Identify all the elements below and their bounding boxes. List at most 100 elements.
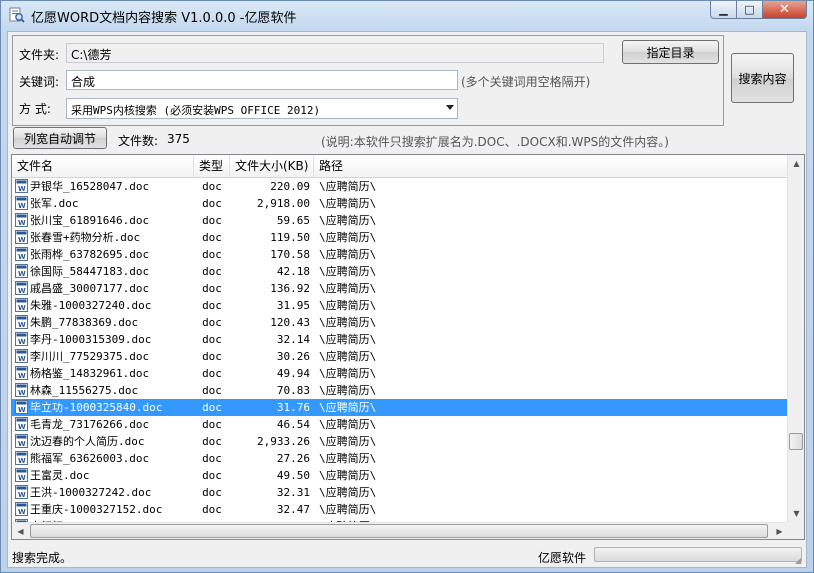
column-header-path[interactable]: 路径 [314,155,788,177]
cell-size: 27.26 [276,452,310,465]
scroll-right-arrow[interactable]: ▶ [771,523,788,539]
vertical-scrollbar[interactable]: ▲ ▼ [787,155,804,522]
info-note: (说明:本软件只搜索扩展名为.DOC、.DOCX和.WPS的文件内容。) [321,135,669,149]
file-list[interactable]: 文件名 类型 文件大小(KB) 路径 W 尹银华_16528047.doc do… [11,154,805,540]
table-row[interactable]: W 戚昌盛_30007177.doc doc 136.92 \应聘简历\ [12,280,788,297]
cell-path: \应聘简历\ [319,282,377,295]
svg-text:W: W [18,338,26,346]
svg-text:W: W [18,389,26,397]
autosize-columns-button[interactable]: 列宽自动调节 [13,127,107,149]
table-row[interactable]: W 张雨桦_63782695.doc doc 170.58 \应聘简历\ [12,246,788,263]
cell-type: doc [202,469,222,482]
cell-size: 30.26 [276,350,310,363]
svg-text:W: W [18,508,26,516]
cell-type: doc [202,486,222,499]
cell-size: 220.09 [270,180,310,193]
title-bar[interactable]: 亿愿WORD文档内容搜索 V1.0.0.0 -亿愿软件 ▁ □ ✕ [1,1,813,31]
table-row[interactable]: W 朱雅-1000327240.doc doc 31.95 \应聘简历\ [12,297,788,314]
table-row[interactable]: W 张春雪+药物分析.doc doc 119.50 \应聘简历\ [12,229,788,246]
cell-size: 49.50 [276,469,310,482]
column-header-name[interactable]: 文件名 [12,155,194,177]
cell-name: 熊福军_63626003.doc [30,452,150,465]
list-header: 文件名 类型 文件大小(KB) 路径 [12,155,788,178]
table-row[interactable]: W 徐国际_58447183.doc doc 42.18 \应聘简历\ [12,263,788,280]
table-row[interactable]: W 王洪-1000327242.doc doc 32.31 \应聘简历\ [12,484,788,501]
cell-size: 32.31 [276,486,310,499]
cell-size: 32.47 [276,503,310,516]
table-row[interactable]: W 毛青龙_73176266.doc doc 46.54 \应聘简历\ [12,416,788,433]
keyword-input[interactable]: 合成 [66,70,458,90]
cell-type: doc [202,214,222,227]
select-folder-button[interactable]: 指定目录 [622,40,719,64]
svg-text:W: W [18,406,26,414]
table-row[interactable]: W 张川宝_61891646.doc doc 59.65 \应聘简历\ [12,212,788,229]
svg-text:W: W [18,236,26,244]
word-doc-icon: W [15,264,28,278]
table-row[interactable]: W 王重庆-1000327152.doc doc 32.47 \应聘简历\ [12,501,788,518]
cell-type: doc [202,384,222,397]
word-doc-icon: W [15,281,28,295]
horizontal-scrollbar[interactable]: ◀ ▶ [12,522,788,539]
cell-size: 120.43 [270,316,310,329]
svg-text:W: W [18,457,26,465]
table-row[interactable]: W 尹银华_16528047.doc doc 220.09 \应聘简历\ [12,178,788,195]
horizontal-scroll-thumb[interactable] [30,524,768,538]
table-row[interactable]: W 李丹-1000315309.doc doc 32.14 \应聘简历\ [12,331,788,348]
cell-name: 戚昌盛_30007177.doc [30,282,150,295]
cell-path: \应聘简历\ [319,503,377,516]
cell-size: 49.94 [276,367,310,380]
method-label: 方 式: [19,102,51,116]
maximize-button[interactable]: □ [737,1,763,19]
column-header-size[interactable]: 文件大小(KB) [230,155,314,177]
word-doc-icon: W [15,179,28,193]
word-doc-icon: W [15,417,28,431]
table-row[interactable]: W 朱鹏_77838369.doc doc 120.43 \应聘简历\ [12,314,788,331]
cell-name: 张雨桦_63782695.doc [30,248,150,261]
svg-text:W: W [18,423,26,431]
search-content-button[interactable]: 搜索内容 [731,53,794,103]
cell-size: 59.65 [276,214,310,227]
word-doc-icon: W [15,434,28,448]
cell-size: 136.92 [270,282,310,295]
word-doc-icon: W [15,366,28,380]
cell-path: \应聘简历\ [319,469,377,482]
app-window: 亿愿WORD文档内容搜索 V1.0.0.0 -亿愿软件 ▁ □ ✕ 文件夹: C… [0,0,814,573]
svg-text:W: W [18,372,26,380]
word-doc-icon: W [15,383,28,397]
table-row[interactable]: W 熊福军_63626003.doc doc 27.26 \应聘简历\ [12,450,788,467]
table-row[interactable]: W 杨格鉴_14832961.doc doc 49.94 \应聘简历\ [12,365,788,382]
cell-path: \应聘简历\ [319,248,377,261]
column-header-type[interactable]: 类型 [194,155,230,177]
vertical-scroll-thumb[interactable] [789,433,803,450]
svg-text:W: W [18,202,26,210]
cell-type: doc [202,435,222,448]
word-doc-icon: W [15,468,28,482]
cell-name: 朱鹏_77838369.doc [30,316,139,329]
cell-path: \应聘简历\ [319,214,377,227]
table-row[interactable]: W 沈迈春的个人简历.doc doc 2,933.26 \应聘简历\ [12,433,788,450]
scroll-left-arrow[interactable]: ◀ [12,523,29,539]
status-company: 亿愿软件 [538,551,587,565]
table-row[interactable]: W 林森_11556275.doc doc 70.83 \应聘简历\ [12,382,788,399]
word-doc-icon: W [15,349,28,363]
window-title: 亿愿WORD文档内容搜索 V1.0.0.0 -亿愿软件 [31,11,297,26]
cell-size: 32.14 [276,333,310,346]
method-select[interactable]: 采用WPS内核搜索 (必须安装WPS OFFICE 2012) [66,98,458,119]
close-button[interactable]: ✕ [763,1,807,19]
table-row[interactable]: W 毕立功-1000325840.doc doc 31.76 \应聘简历\ [12,399,788,416]
table-row[interactable]: W 王富灵.doc doc 49.50 \应聘简历\ [12,467,788,484]
folder-field[interactable]: C:\德芳 [66,43,604,63]
cell-type: doc [202,333,222,346]
cell-path: \应聘简历\ [319,367,377,380]
scroll-up-arrow[interactable]: ▲ [788,155,804,172]
word-doc-icon: W [15,485,28,499]
cell-path: \应聘简历\ [319,486,377,499]
scroll-down-arrow[interactable]: ▼ [788,505,804,522]
cell-name: 杨格鉴_14832961.doc [30,367,150,380]
search-options-group: 文件夹: C:\德芳 指定目录 关键词: 合成 (多个关键词用空格隔开) 方 式… [12,35,724,126]
cell-name: 王洪-1000327242.doc [30,486,152,499]
table-row[interactable]: W 李川川_77529375.doc doc 30.26 \应聘简历\ [12,348,788,365]
resize-grip-icon[interactable]: ◢ [795,556,805,566]
minimize-button[interactable]: ▁ [710,1,737,19]
table-row[interactable]: W 张军.doc doc 2,918.00 \应聘简历\ [12,195,788,212]
